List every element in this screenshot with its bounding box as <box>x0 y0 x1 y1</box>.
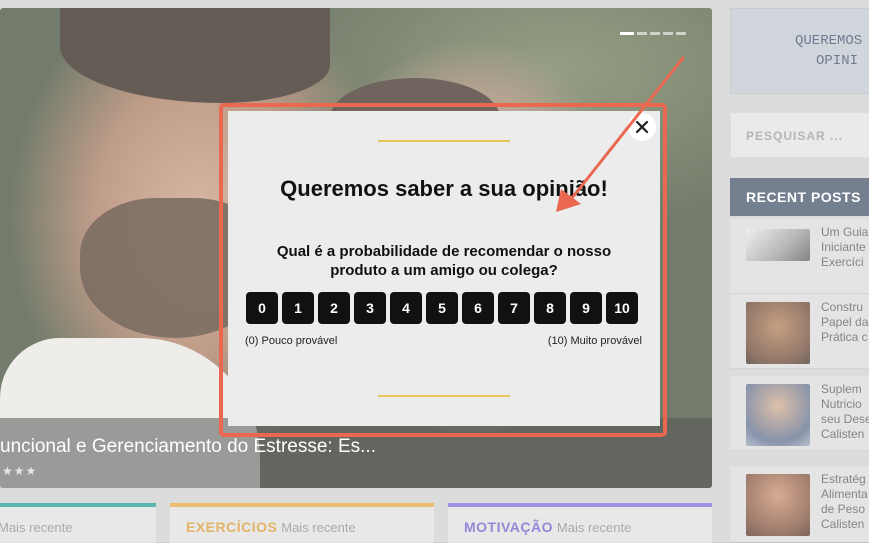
post-thumbnail[interactable] <box>746 384 810 446</box>
category-card[interactable]: MOTIVAÇÃO Mais recente <box>448 503 712 543</box>
slider-dots[interactable] <box>620 32 686 35</box>
post-thumbnail[interactable] <box>746 474 810 536</box>
highlight-frame <box>219 103 667 437</box>
post-title[interactable]: Estratég Alimenta de Peso Calisten <box>821 472 869 532</box>
post-title[interactable]: Suplem Nutricio seu Dese Calisten <box>821 382 869 442</box>
recent-post-item[interactable]: Um Guia Iniciante Exercíci <box>730 219 869 294</box>
card-label: Mais recente <box>0 519 72 535</box>
sidebar-banner[interactable]: QUEREMOS S OPINI <box>730 8 869 94</box>
slider-dot[interactable] <box>676 32 686 35</box>
category-card[interactable]: EXERCÍCIOS Mais recente <box>170 503 434 543</box>
slider-dot[interactable] <box>663 32 673 35</box>
rating-stars: ★★★ <box>2 464 38 478</box>
banner-line: OPINI <box>815 53 858 69</box>
hero-image-part <box>60 8 330 103</box>
card-sub: Mais recente <box>556 520 632 535</box>
hero-title[interactable]: uncional e Gerenciamento do Estresse: Es… <box>0 436 376 458</box>
slider-dot[interactable] <box>637 32 647 35</box>
slider-dot[interactable] <box>650 32 660 35</box>
post-title[interactable]: Constru Papel da Prática c <box>821 300 869 345</box>
card-label: MOTIVAÇÃO Mais recente <box>464 519 632 535</box>
recent-post-item[interactable]: Estratég Alimenta de Peso Calisten <box>730 466 869 543</box>
slider-dot[interactable] <box>620 32 634 35</box>
card-accent-bar <box>170 503 434 507</box>
post-thumbnail[interactable] <box>746 229 810 261</box>
card-accent-bar <box>0 503 156 507</box>
search-placeholder: PESQUISAR ... <box>746 129 844 143</box>
recent-post-item[interactable]: Suplem Nutricio seu Dese Calisten <box>730 376 869 451</box>
search-input[interactable]: PESQUISAR ... <box>730 112 869 158</box>
card-accent-bar <box>448 503 712 507</box>
banner-line: QUEREMOS S <box>794 33 869 49</box>
recent-post-item[interactable]: Constru Papel da Prática c <box>730 294 869 369</box>
card-sub: Mais recente <box>0 520 73 535</box>
card-sub: Mais recente <box>281 520 356 535</box>
recent-posts-heading: RECENT POSTS <box>730 178 869 216</box>
post-thumbnail[interactable] <box>746 302 810 364</box>
card-label: EXERCÍCIOS Mais recente <box>186 519 356 535</box>
post-title[interactable]: Um Guia Iniciante Exercíci <box>821 225 869 270</box>
recent-posts-title: RECENT POSTS <box>746 189 861 205</box>
category-card[interactable]: Mais recente <box>0 503 156 543</box>
